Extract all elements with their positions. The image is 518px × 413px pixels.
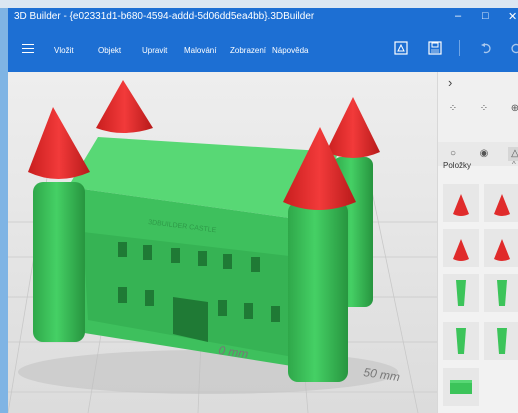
menu-item-malovani[interactable]: Malování (184, 46, 216, 55)
3d-viewport[interactable]: 3DBUILDER CASTLE 0 mm 50 mm (8, 72, 437, 413)
save-icon[interactable] (428, 41, 442, 55)
triangle-mode-icon[interactable]: △ (508, 147, 518, 161)
maximize-button[interactable]: □ (482, 10, 489, 22)
hamburger-menu-icon[interactable] (22, 44, 34, 56)
menu-item-objekt[interactable]: Objekt (98, 46, 121, 55)
target-mode-icon[interactable]: ◉ (477, 147, 491, 161)
roof-cone-back-left (96, 80, 153, 133)
toolbar-divider (459, 40, 460, 56)
roof-cone-front-left (28, 107, 90, 179)
menu-bar: Vložit Objekt Upravit Malování Zobrazení… (8, 26, 518, 72)
app-window: 3D Builder - {e02331d1-b680-4594-addd-5d… (8, 8, 518, 413)
close-button[interactable]: ✕ (508, 10, 517, 23)
item-green-tower-4[interactable] (484, 322, 518, 360)
move-tool-icon[interactable]: ⁘ (446, 102, 460, 116)
menu-item-upravit[interactable]: Upravit (142, 46, 167, 55)
panel-tools-area: › ⁘ ⁘ ⊕ (438, 72, 518, 142)
tower-front-left (33, 182, 85, 342)
menu-item-napoveda[interactable]: Nápověda (272, 46, 308, 55)
expand-panel-button[interactable]: › (448, 75, 452, 90)
item-red-cone-4[interactable] (484, 229, 518, 267)
side-panel: › ⁘ ⁘ ⊕ ○ ◉ △ Položky ^ (437, 72, 518, 413)
item-red-cone-2[interactable] (484, 184, 518, 222)
circle-mode-icon[interactable]: ○ (446, 147, 460, 161)
title-bar: 3D Builder - {e02331d1-b680-4594-addd-5d… (8, 8, 518, 26)
menu-item-vlozit[interactable]: Vložit (54, 46, 74, 55)
item-red-cone-3[interactable] (443, 229, 479, 267)
3d-print-icon[interactable] (394, 41, 408, 55)
rotate-tool-icon[interactable]: ⁘ (477, 102, 491, 116)
items-header: Položky (443, 161, 472, 170)
desktop-background-top (0, 0, 518, 8)
desktop-background-left (0, 8, 8, 413)
roof-cone-back-right (326, 97, 380, 158)
minimize-button[interactable]: – (455, 10, 461, 22)
tower-front-right (288, 202, 348, 382)
scale-tool-icon[interactable]: ⊕ (508, 102, 518, 116)
item-green-building[interactable] (443, 368, 479, 406)
item-green-tower-1[interactable] (443, 274, 479, 312)
item-green-tower-3[interactable] (443, 322, 479, 360)
item-green-tower-2[interactable] (484, 274, 518, 312)
window-title: 3D Builder - {e02331d1-b680-4594-addd-5d… (14, 11, 315, 22)
item-red-cone-1[interactable] (443, 184, 479, 222)
undo-icon[interactable] (480, 41, 494, 55)
menu-item-zobrazeni[interactable]: Zobrazení (230, 46, 266, 55)
collapse-items-button[interactable]: ^ (512, 160, 516, 169)
redo-icon[interactable] (508, 41, 518, 55)
